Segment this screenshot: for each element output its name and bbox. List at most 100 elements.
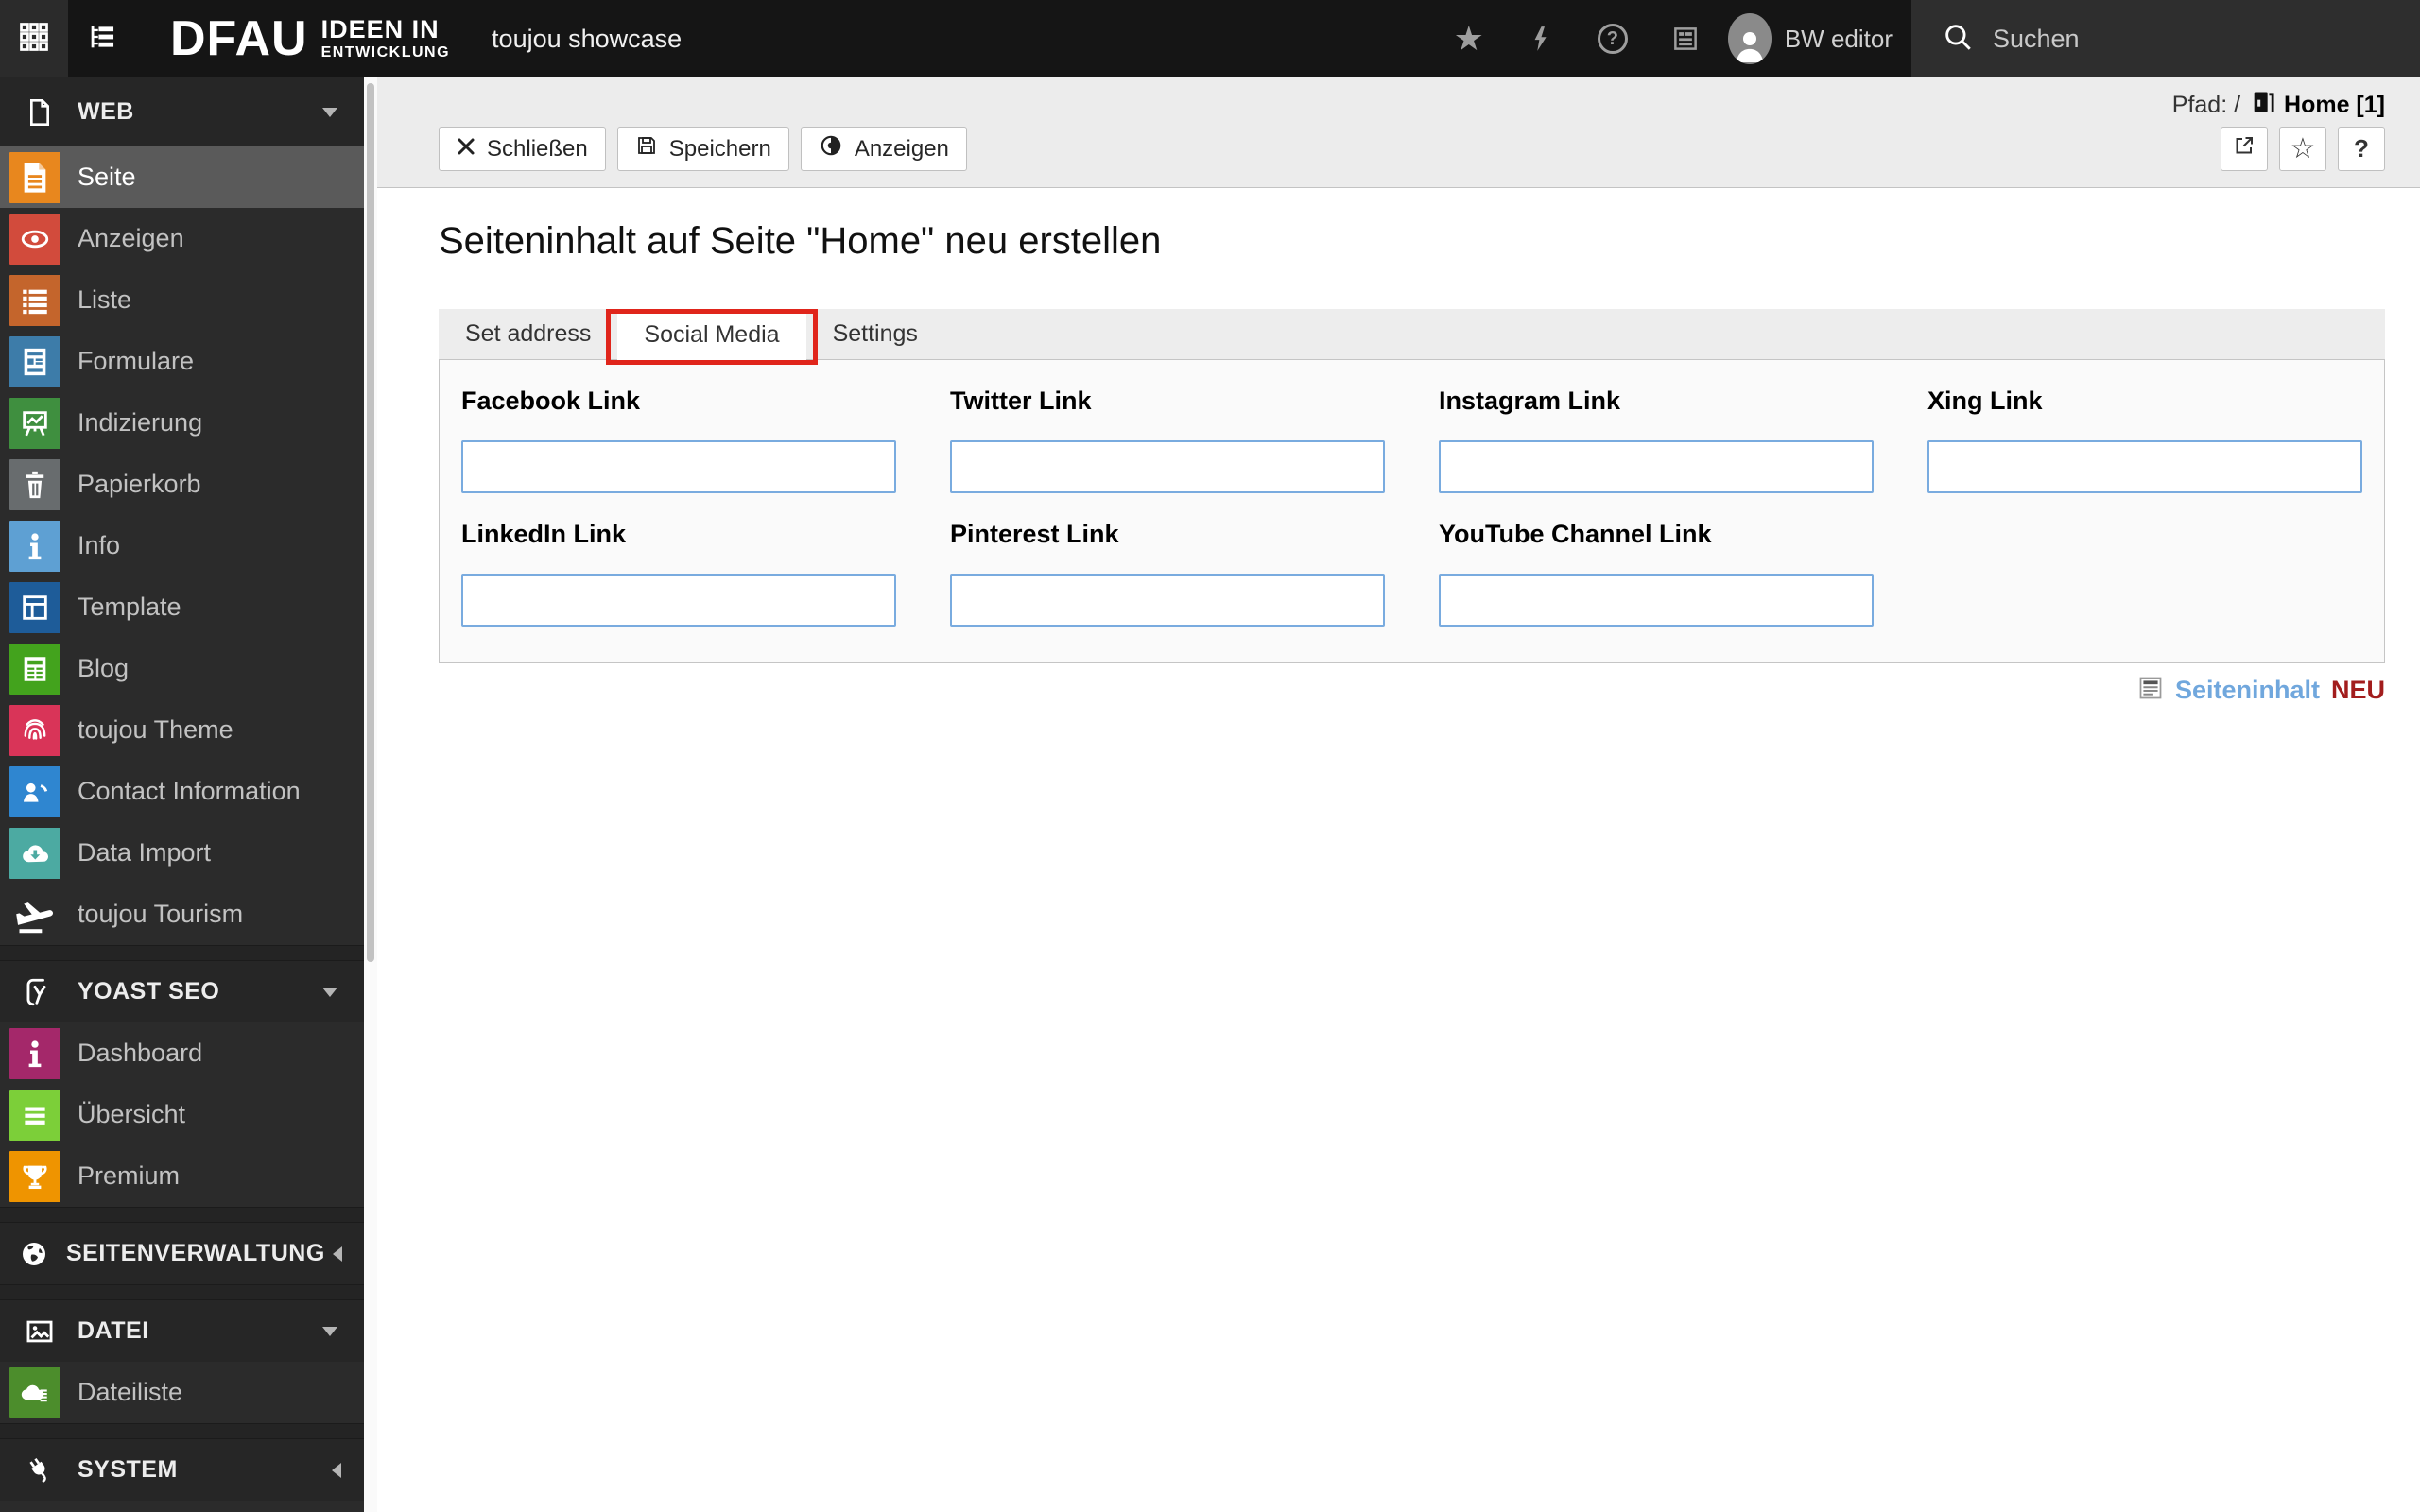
sidebar-item-indizierung[interactable]: Indizierung bbox=[0, 392, 364, 454]
chevron-down-icon bbox=[322, 1326, 337, 1344]
view-button[interactable]: Anzeigen bbox=[800, 127, 967, 171]
pagetree-toggle-button[interactable] bbox=[68, 0, 136, 77]
close-button[interactable]: Schließen bbox=[439, 127, 606, 171]
field-pinterest-link: Pinterest Link bbox=[950, 520, 1385, 627]
new-badge: NEU bbox=[2330, 676, 2385, 704]
page-tree-icon bbox=[86, 21, 118, 58]
modules-toggle-button[interactable] bbox=[0, 0, 68, 77]
info-icon bbox=[9, 1027, 60, 1079]
sidebar-item-liste[interactable]: Liste bbox=[0, 269, 364, 331]
tab-settings[interactable]: Settings bbox=[806, 309, 944, 359]
sidebar-item-label: Dashboard bbox=[78, 1039, 203, 1067]
sidebar-item-uebersicht[interactable]: Übersicht bbox=[0, 1084, 364, 1145]
sidebar-item-info[interactable]: Info bbox=[0, 515, 364, 576]
sidebar-item-premium[interactable]: Premium bbox=[0, 1145, 364, 1207]
tab-set-address[interactable]: Set address bbox=[439, 309, 617, 359]
form-tabs: Set address Social Media Settings bbox=[439, 309, 2385, 365]
modules-grid-icon bbox=[17, 20, 51, 59]
bookmark-button[interactable]: ☆ bbox=[2279, 127, 2326, 171]
flush-cache-bolt-icon[interactable] bbox=[1528, 24, 1554, 54]
youtube-channel-link-input[interactable] bbox=[1439, 574, 1874, 627]
sidebar-item-label: Indizierung bbox=[78, 408, 203, 437]
trash-icon bbox=[9, 458, 60, 510]
contact-phone-icon bbox=[9, 765, 60, 817]
help-icon[interactable]: ? bbox=[1597, 24, 1628, 54]
sidebar-section-label: DATEI bbox=[78, 1317, 149, 1344]
sidebar-item-template[interactable]: Template bbox=[0, 576, 364, 638]
sidebar-section-system[interactable]: SYSTEM bbox=[0, 1439, 364, 1501]
path-page[interactable]: Home [1] bbox=[2250, 89, 2385, 122]
global-search[interactable] bbox=[1911, 0, 2420, 77]
chevron-down-icon bbox=[322, 107, 337, 125]
sidebar-section-seitenverwaltung[interactable]: SEITENVERWALTUNG bbox=[0, 1223, 364, 1284]
sidebar-section-web[interactable]: WEB bbox=[0, 77, 364, 146]
sidebar-section-yoast-seo[interactable]: YOAST SEO bbox=[0, 961, 364, 1022]
linkedin-link-input[interactable] bbox=[461, 574, 896, 627]
tab-label: Settings bbox=[832, 320, 918, 347]
logo-claim-line2: ENTWICKLUNG bbox=[320, 43, 451, 60]
sidebar-section-datei[interactable]: DATEI bbox=[0, 1300, 364, 1362]
form-icon bbox=[9, 335, 60, 387]
logo-claim: IDEEN IN ENTWICKLUNG bbox=[321, 16, 450, 61]
field-label: LinkedIn Link bbox=[461, 520, 627, 548]
sidebar-item-label: Liste bbox=[78, 285, 132, 314]
instagram-link-input[interactable] bbox=[1439, 440, 1874, 493]
path-page-label: Home [1] bbox=[2284, 91, 2385, 118]
save-button[interactable]: Speichern bbox=[616, 127, 789, 171]
path-prefix: Pfad: / bbox=[2171, 91, 2241, 118]
sidebar-item-label: Formulare bbox=[78, 347, 195, 375]
scrollbar-thumb[interactable] bbox=[367, 83, 374, 962]
search-input[interactable] bbox=[1993, 24, 2352, 54]
sidebar-item-data-import[interactable]: Data Import bbox=[0, 822, 364, 884]
sidebar-item-papierkorb[interactable]: Papierkorb bbox=[0, 454, 364, 515]
topbar: DFAU IDEEN IN ENTWICKLUNG toujou showcas… bbox=[0, 0, 2420, 77]
field-facebook-link: Facebook Link bbox=[461, 387, 896, 493]
sidebar-item-seite[interactable]: Seite bbox=[0, 146, 364, 208]
user-menu[interactable]: BW editor bbox=[1727, 0, 1893, 77]
sidebar-item-blog[interactable]: Blog bbox=[0, 638, 364, 699]
sidebar-item-contact-information[interactable]: Contact Information bbox=[0, 761, 364, 822]
twitter-link-input[interactable] bbox=[950, 440, 1385, 493]
pinterest-link-input[interactable] bbox=[950, 574, 1385, 627]
list-icon bbox=[9, 274, 60, 326]
button-label: Schließen bbox=[487, 135, 588, 162]
log-icon[interactable] bbox=[1671, 25, 1700, 53]
bookmark-star-icon[interactable]: ★ bbox=[1454, 22, 1484, 56]
help-button[interactable]: ? bbox=[2338, 127, 2385, 171]
sidebar-section-label: SYSTEM bbox=[78, 1456, 178, 1483]
yoast-icon bbox=[19, 976, 60, 1008]
open-in-new-window-button[interactable] bbox=[2221, 127, 2268, 171]
record-type-link[interactable]: Seiteninhalt bbox=[2175, 676, 2320, 705]
cloud-list-icon bbox=[9, 1366, 60, 1418]
sidebar-divider bbox=[0, 1207, 364, 1223]
chart-easel-icon bbox=[9, 397, 60, 449]
sidebar-item-dashboard[interactable]: Dashboard bbox=[0, 1022, 364, 1084]
docheader-icon-buttons: ☆ ? bbox=[2221, 127, 2385, 171]
info-icon bbox=[9, 520, 60, 572]
sidebar-item-formulare[interactable]: Formulare bbox=[0, 331, 364, 392]
sidebar-item-anzeigen[interactable]: Anzeigen bbox=[0, 208, 364, 269]
sidebar-item-toujou-theme[interactable]: toujou Theme bbox=[0, 699, 364, 761]
facebook-link-input[interactable] bbox=[461, 440, 896, 493]
tab-social-media[interactable]: Social Media bbox=[606, 309, 818, 365]
document-outline-icon bbox=[19, 97, 60, 128]
sidebar-item-label: toujou Theme bbox=[78, 715, 233, 744]
star-outline-icon: ☆ bbox=[2290, 132, 2316, 164]
sidebar-scrollbar[interactable] bbox=[364, 77, 377, 1512]
record-footer: Seiteninhalt NEU bbox=[439, 675, 2385, 706]
sidebar-item-toujou-tourism[interactable]: toujou Tourism bbox=[0, 884, 364, 945]
dfau-logo[interactable]: DFAU IDEEN IN ENTWICKLUNG bbox=[170, 0, 450, 77]
sidebar-item-label: Blog bbox=[78, 654, 130, 682]
fingerprint-icon bbox=[9, 704, 60, 756]
field-twitter-link: Twitter Link bbox=[950, 387, 1385, 493]
sidebar-section-label: YOAST SEO bbox=[78, 978, 220, 1005]
xing-link-input[interactable] bbox=[1927, 440, 2362, 493]
trophy-icon bbox=[9, 1150, 60, 1202]
view-eye-icon bbox=[819, 133, 843, 164]
button-label: Speichern bbox=[668, 135, 771, 162]
sidebar-item-dateiliste[interactable]: Dateiliste bbox=[0, 1362, 364, 1423]
sidebar-divider bbox=[0, 1284, 364, 1300]
chevron-down-icon bbox=[322, 987, 337, 1005]
sidebar-section-label: SEITENVERWALTUNG bbox=[66, 1240, 325, 1266]
field-linkedin-link: LinkedIn Link bbox=[461, 520, 896, 627]
